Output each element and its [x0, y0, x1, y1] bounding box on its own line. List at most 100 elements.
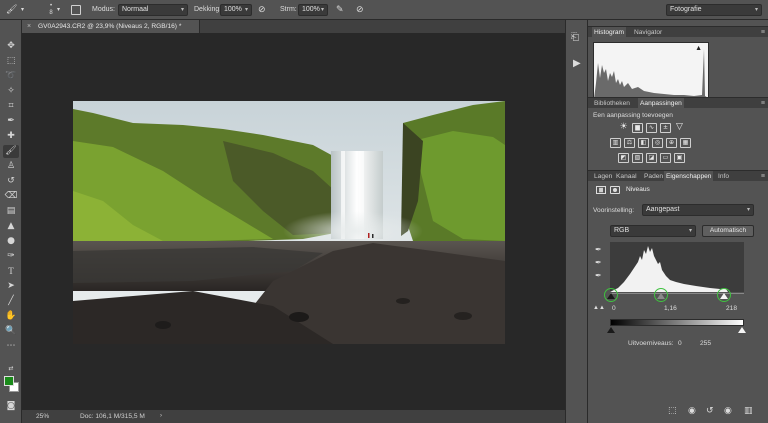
blend-mode-select[interactable]: Normaal [118, 4, 188, 16]
marquee-tool-icon[interactable]: ⬚ [3, 55, 19, 68]
channel-select[interactable]: RGB [610, 225, 696, 237]
selective-color-icon[interactable]: ▣ [674, 153, 685, 163]
close-tab-icon[interactable]: × [27, 20, 31, 33]
zoom-level[interactable]: 25% [36, 410, 49, 423]
tab-info[interactable]: Info [716, 171, 731, 182]
brush-tool-icon[interactable]: 🖌 [3, 145, 19, 158]
tab-libraries[interactable]: Bibliotheken [592, 98, 632, 109]
view-previous-icon[interactable]: ◉ [688, 406, 696, 416]
gradient-map-icon[interactable]: ▭ [660, 153, 671, 163]
path-selection-tool-icon[interactable]: ➤ [3, 280, 19, 293]
input-gamma-value[interactable]: 1,16 [664, 305, 677, 312]
auto-button[interactable]: Automatisch [702, 225, 754, 237]
brush-tool-icon[interactable]: 🖌 [6, 3, 20, 17]
crop-tool-icon[interactable]: ⌗ [3, 100, 19, 113]
photo-filter-icon[interactable]: ◎ [652, 138, 663, 148]
swap-colors-icon[interactable]: ⇄ [3, 362, 19, 375]
posterize-icon[interactable]: ▧ [632, 153, 643, 163]
output-black-handle[interactable] [607, 327, 615, 333]
color-balance-icon[interactable]: ⚖ [624, 138, 635, 148]
brightness-contrast-icon[interactable]: ☀ [618, 123, 629, 133]
highlight-circle [717, 288, 731, 302]
tab-adjustments[interactable]: Aanpassingen [638, 98, 684, 109]
zoom-tool-icon[interactable]: 🔍 [3, 325, 19, 338]
channel-mixer-icon[interactable]: ⊕ [666, 138, 677, 148]
panel-menu-icon[interactable]: ≡ [761, 27, 765, 38]
output-white-value[interactable]: 255 [700, 340, 711, 347]
gradient-tool-icon[interactable]: ▤ [3, 205, 19, 218]
color-lookup-icon[interactable]: ▦ [680, 138, 691, 148]
tab-layers[interactable]: Lagen [592, 171, 614, 182]
history-brush-tool-icon[interactable]: ↺ [3, 175, 19, 188]
tab-channels[interactable]: Kanaal [614, 171, 639, 182]
hue-saturation-icon[interactable]: ▥ [610, 138, 621, 148]
vibrance-icon[interactable]: ▽ [674, 123, 685, 133]
eyedropper-tool-icon[interactable]: ✒ [3, 115, 19, 128]
type-tool-icon[interactable]: T [3, 265, 19, 278]
clone-stamp-tool-icon[interactable]: ♙ [3, 160, 19, 173]
output-black-value[interactable]: 0 [678, 340, 682, 347]
tool-preset-chevron-icon[interactable]: ▾ [21, 3, 27, 17]
line-tool-icon[interactable]: ╱ [3, 295, 19, 308]
threshold-icon[interactable]: ◪ [646, 153, 657, 163]
airbrush-icon[interactable]: ✎ [336, 3, 348, 17]
brush-picker-chevron-icon[interactable]: ▾ [57, 3, 63, 17]
visibility-eye-icon[interactable]: ◉ [724, 406, 732, 416]
document-photo-waterfall[interactable] [73, 101, 505, 344]
input-black-value[interactable]: 0 [612, 305, 616, 312]
delete-trash-icon[interactable]: ▥ [744, 406, 753, 416]
output-white-handle[interactable] [738, 327, 746, 333]
foreground-color-swatch[interactable] [4, 376, 14, 386]
options-bar: 🖌 ▾ • 8 ▾ Modus: Normaal Dekking: 100% ⊘… [0, 0, 768, 20]
healing-brush-tool-icon[interactable]: ✚ [3, 130, 19, 143]
pressure-opacity-icon[interactable]: ⊘ [258, 3, 270, 17]
status-menu-arrow-icon[interactable]: › [160, 410, 162, 423]
clipping-icon[interactable]: ▲▲ [593, 305, 605, 311]
input-white-value[interactable]: 218 [726, 305, 737, 312]
history-panel-icon[interactable]: ⎗ [571, 32, 579, 43]
white-point-eyedropper-icon[interactable]: ✒ [595, 271, 602, 280]
flow-input[interactable]: 100% [298, 4, 328, 16]
eraser-tool-icon[interactable]: ⌫ [3, 190, 19, 203]
histogram-warning-icon[interactable]: ▲ [695, 45, 702, 52]
preset-select[interactable]: Aangepast [642, 204, 754, 216]
gray-point-eyedropper-icon[interactable]: ✒ [595, 258, 602, 267]
levels-icon[interactable]: ▆ [632, 123, 643, 133]
tab-histogram[interactable]: Histogram [592, 27, 627, 38]
actions-play-icon[interactable]: ▶ [573, 58, 581, 69]
brush-dot-icon: • [49, 3, 53, 9]
exposure-icon[interactable]: ± [660, 123, 671, 133]
document-size-info[interactable]: Doc: 106,1 M/315,5 M [80, 410, 145, 423]
pressure-size-icon[interactable]: ⊘ [356, 3, 368, 17]
panel-menu-icon[interactable]: ≡ [761, 98, 765, 109]
curves-icon[interactable]: ∿ [646, 123, 657, 133]
brush-size-control[interactable]: • 8 [46, 3, 56, 17]
properties-title: Niveaus [626, 186, 650, 193]
opacity-input[interactable]: 100% [220, 4, 252, 16]
more-tools-icon[interactable]: ⋯ [3, 340, 19, 353]
move-tool-icon[interactable]: ✥ [3, 40, 19, 53]
clip-to-layer-icon[interactable]: ⬚ [668, 406, 677, 416]
brush-settings-icon[interactable] [70, 3, 84, 17]
tab-paths[interactable]: Paden [642, 171, 665, 182]
black-point-eyedropper-icon[interactable]: ✒ [595, 245, 602, 254]
document-tab[interactable]: × GV0A2943.CR2 @ 23,9% (Niveaus 2, RGB/1… [22, 20, 200, 33]
right-panel-dock: Histogram Navigator ≡ ▲ Bibliotheken Aan… [588, 20, 768, 423]
blur-tool-icon[interactable]: ▲ [3, 220, 19, 233]
document-title: GV0A2943.CR2 @ 23,9% (Niveaus 2, RGB/16)… [38, 23, 182, 30]
workspace-select[interactable]: Fotografie [666, 4, 762, 16]
tab-properties[interactable]: Eigenschappen [664, 171, 714, 182]
hand-tool-icon[interactable]: ✋ [3, 310, 19, 323]
quick-mask-icon[interactable]: ◙ [3, 400, 19, 413]
lasso-tool-icon[interactable]: ➰ [3, 70, 19, 83]
quick-selection-tool-icon[interactable]: ✧ [3, 85, 19, 98]
invert-icon[interactable]: ◩ [618, 153, 629, 163]
pen-tool-icon[interactable]: ✑ [3, 250, 19, 263]
tools-panel: ✥ ⬚ ➰ ✧ ⌗ ✒ ✚ 🖌 ♙ ↺ ⌫ ▤ ▲ ● ✑ T ➤ ╱ ✋ 🔍 … [0, 20, 22, 423]
panel-menu-icon[interactable]: ≡ [761, 171, 765, 182]
layer-mask-icon[interactable] [610, 186, 620, 194]
reset-icon[interactable]: ↺ [706, 406, 714, 416]
dodge-tool-icon[interactable]: ● [3, 235, 19, 248]
tab-navigator[interactable]: Navigator [632, 27, 664, 38]
black-white-icon[interactable]: ◧ [638, 138, 649, 148]
